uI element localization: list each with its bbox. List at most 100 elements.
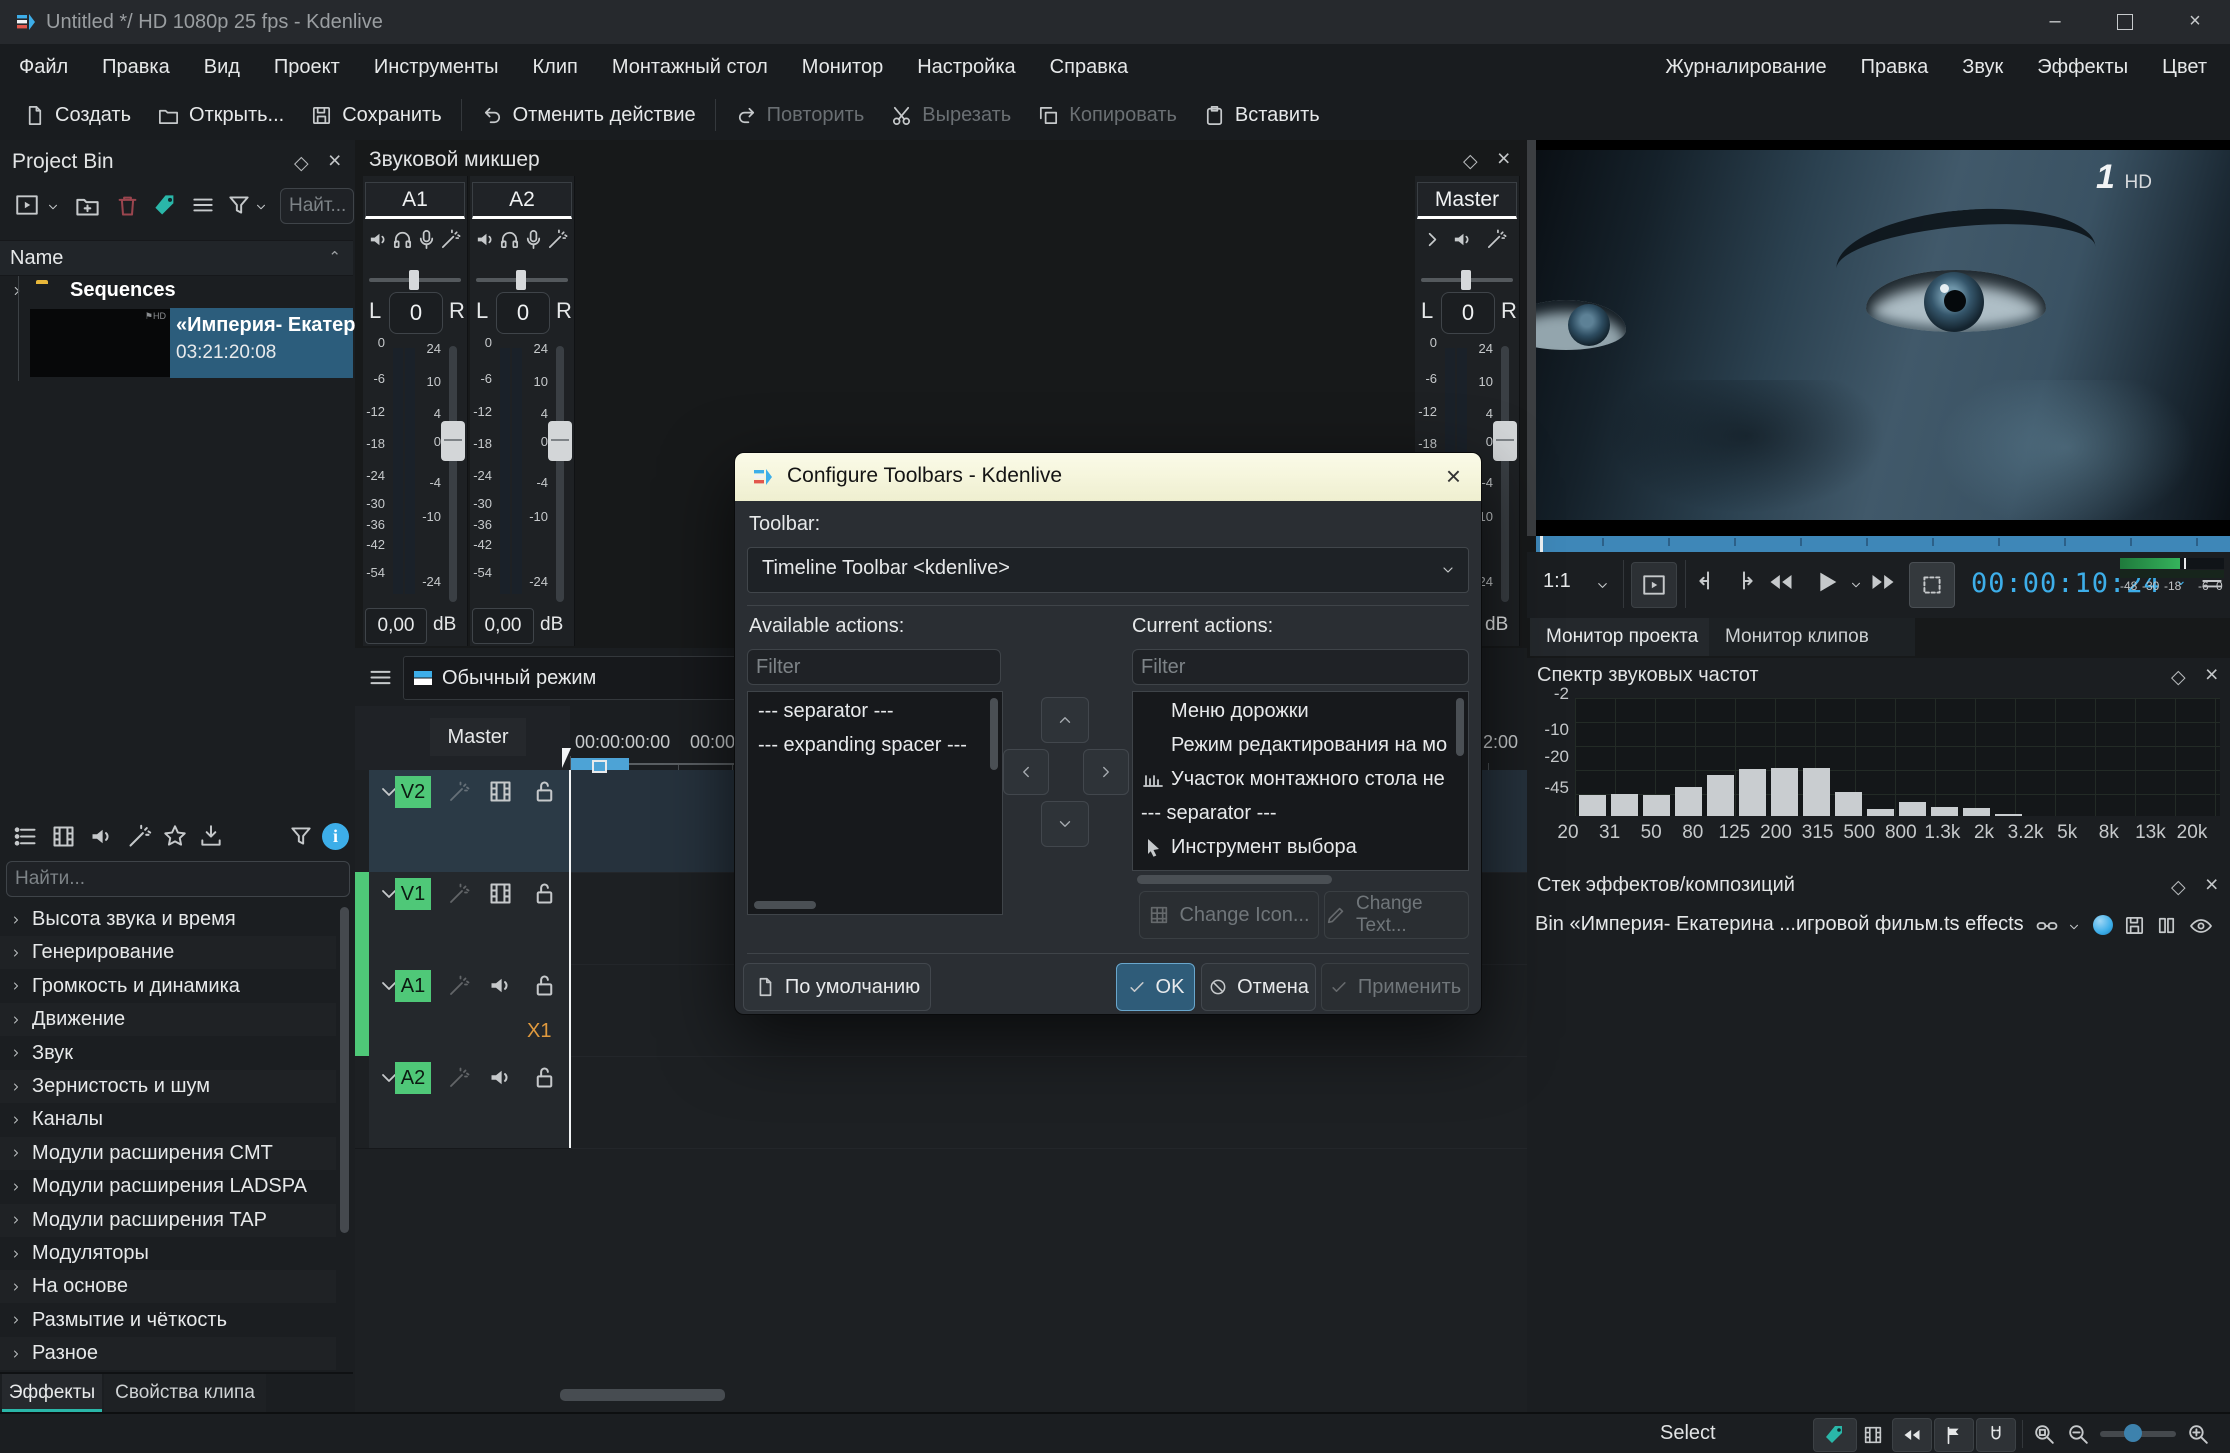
expander-chevron-icon[interactable] bbox=[10, 914, 22, 926]
current-action-item[interactable]: Инструмент выбора bbox=[1133, 832, 1463, 866]
maximize-button[interactable] bbox=[2090, 0, 2160, 43]
tag-toggle-button[interactable] bbox=[1813, 1418, 1857, 1452]
target-track-indicator[interactable] bbox=[355, 1056, 369, 1148]
master-track-button[interactable]: Master bbox=[430, 718, 526, 756]
effect-category-row[interactable]: Модули расширения LADSPA bbox=[0, 1170, 336, 1203]
float-panel-icon[interactable]: ◇ bbox=[2171, 876, 2186, 899]
menu-item-2[interactable]: Вид bbox=[187, 44, 257, 90]
pan-slider-handle[interactable] bbox=[409, 270, 419, 290]
bin-view-icon[interactable] bbox=[14, 192, 40, 218]
move-left-button[interactable] bbox=[1003, 749, 1049, 795]
playhead-line[interactable] bbox=[569, 770, 571, 1148]
track-lock-icon[interactable] bbox=[531, 1064, 558, 1091]
track-head-A2[interactable]: A2 bbox=[355, 1056, 570, 1149]
effects-search-input[interactable] bbox=[6, 861, 350, 897]
effects-icon[interactable] bbox=[439, 228, 462, 251]
delete-icon[interactable] bbox=[114, 192, 141, 219]
menu-item-3[interactable]: Проект bbox=[257, 44, 357, 90]
tags-icon[interactable] bbox=[152, 192, 179, 219]
effect-category-row[interactable]: Генерирование bbox=[0, 936, 336, 969]
move-down-button[interactable] bbox=[1041, 801, 1089, 847]
chevron-down-icon[interactable] bbox=[254, 200, 268, 214]
change-icon-button[interactable]: Change Icon... bbox=[1139, 891, 1319, 939]
effect-category-row[interactable]: На основе bbox=[0, 1270, 336, 1303]
toolbar-button-save[interactable]: Сохранить bbox=[297, 95, 454, 135]
track-lock-icon[interactable] bbox=[531, 778, 558, 805]
fader-track[interactable] bbox=[449, 346, 457, 602]
tab-Монитор проекта[interactable]: Монитор проекта bbox=[1530, 618, 1738, 656]
expander-chevron-icon[interactable] bbox=[10, 1047, 22, 1059]
current-list-hscrollbar[interactable] bbox=[1137, 875, 1332, 884]
bin-name-column-header[interactable]: Name ⌃ bbox=[0, 240, 353, 276]
info-icon[interactable]: i bbox=[322, 823, 349, 850]
track-lock-icon[interactable] bbox=[531, 972, 558, 999]
expander-chevron-icon[interactable] bbox=[10, 1114, 22, 1126]
balance-value-box[interactable]: 0 bbox=[389, 292, 443, 334]
chevron-down-icon[interactable] bbox=[1849, 578, 1863, 592]
target-track-indicator[interactable] bbox=[355, 872, 369, 964]
expander-chevron-icon[interactable] bbox=[10, 1181, 22, 1193]
fast-forward-icon[interactable] bbox=[1869, 568, 1897, 596]
menu-item-0[interactable]: Файл bbox=[2, 44, 85, 90]
seek-playhead[interactable] bbox=[1540, 536, 1543, 552]
vscrollbar[interactable] bbox=[990, 698, 998, 770]
available-actions-list[interactable]: --- separator ------ expanding spacer --… bbox=[747, 691, 1003, 915]
expander-chevron-icon[interactable] bbox=[10, 947, 22, 959]
mixer-track-name-button[interactable]: A2 bbox=[472, 182, 572, 219]
track-head-V1[interactable]: V1 bbox=[355, 872, 570, 965]
solo-icon[interactable] bbox=[498, 228, 521, 251]
solo-icon[interactable] bbox=[391, 228, 414, 251]
toolbar-button-undo[interactable]: Отменить действие bbox=[468, 95, 709, 135]
effect-category-row[interactable]: Модули расширения TAP bbox=[0, 1204, 336, 1237]
gain-value-box[interactable]: 0,00 bbox=[365, 608, 427, 644]
gain-value-box[interactable]: 0,00 bbox=[472, 608, 534, 644]
current-filter-input[interactable] bbox=[1132, 649, 1469, 685]
playhead-triangle[interactable] bbox=[562, 748, 571, 768]
fader-track[interactable] bbox=[1501, 346, 1509, 602]
track-head-A1[interactable]: A1X1 bbox=[355, 964, 570, 1057]
close-panel-icon[interactable]: × bbox=[1497, 148, 1510, 168]
bin-clip-row[interactable]: ⚑HD «Империя- Екатер 03:21:20:08 bbox=[0, 308, 353, 378]
apply-button[interactable]: Применить bbox=[1321, 963, 1469, 1011]
expand-icon[interactable] bbox=[1421, 228, 1444, 251]
chevron-down-icon[interactable] bbox=[46, 200, 60, 214]
monitor-zoom-level[interactable]: 1:1 bbox=[1543, 570, 1571, 593]
workspace-item-2[interactable]: Звук bbox=[1945, 44, 2020, 90]
fader-handle[interactable] bbox=[1493, 421, 1517, 461]
expander-chevron-icon[interactable] bbox=[10, 980, 22, 992]
track-effects-icon[interactable] bbox=[447, 974, 471, 998]
video-effects-icon[interactable] bbox=[50, 823, 77, 850]
rewind-icon[interactable] bbox=[1767, 568, 1795, 596]
effects-icon[interactable] bbox=[1485, 228, 1508, 251]
workspace-item-1[interactable]: Правка bbox=[1844, 44, 1946, 90]
download-effects-icon[interactable] bbox=[198, 823, 224, 849]
close-panel-icon[interactable]: × bbox=[2205, 874, 2218, 894]
available-action-item[interactable]: --- separator --- bbox=[758, 700, 894, 723]
track-type-icon[interactable] bbox=[487, 778, 514, 805]
menu-item-5[interactable]: Клип bbox=[516, 44, 595, 90]
effects-scrollbar[interactable] bbox=[340, 907, 349, 1233]
zoom-out-icon[interactable] bbox=[2066, 1422, 2091, 1447]
track-head-V2[interactable]: V2 bbox=[355, 770, 570, 873]
play-icon[interactable] bbox=[1811, 566, 1843, 598]
current-action-item[interactable]: Участок монтажного стола не bbox=[1133, 764, 1463, 798]
fader-handle[interactable] bbox=[548, 421, 572, 461]
menu-item-8[interactable]: Настройка bbox=[900, 44, 1032, 90]
record-icon[interactable] bbox=[522, 228, 545, 251]
effects-icon[interactable] bbox=[546, 228, 569, 251]
dialog-title-bar[interactable]: Configure Toolbars - Kdenlive × bbox=[735, 453, 1481, 501]
filter-icon[interactable] bbox=[288, 823, 314, 849]
track-type-icon[interactable] bbox=[487, 972, 514, 999]
move-up-button[interactable] bbox=[1041, 697, 1089, 743]
float-panel-icon[interactable]: ◇ bbox=[294, 152, 309, 175]
track-label-A2[interactable]: A2 bbox=[395, 1062, 431, 1094]
target-track-indicator[interactable] bbox=[355, 964, 369, 1056]
move-right-button[interactable] bbox=[1083, 749, 1129, 795]
snap-button[interactable] bbox=[1976, 1418, 2016, 1452]
toolbar-button-doc-new[interactable]: Создать bbox=[10, 95, 144, 135]
custom-effects-icon[interactable] bbox=[126, 823, 153, 850]
defaults-button[interactable]: По умолчанию bbox=[743, 963, 931, 1011]
splitter[interactable] bbox=[1527, 140, 1536, 536]
effect-category-row[interactable]: Движение bbox=[0, 1003, 336, 1036]
ok-button[interactable]: OK bbox=[1116, 963, 1195, 1011]
